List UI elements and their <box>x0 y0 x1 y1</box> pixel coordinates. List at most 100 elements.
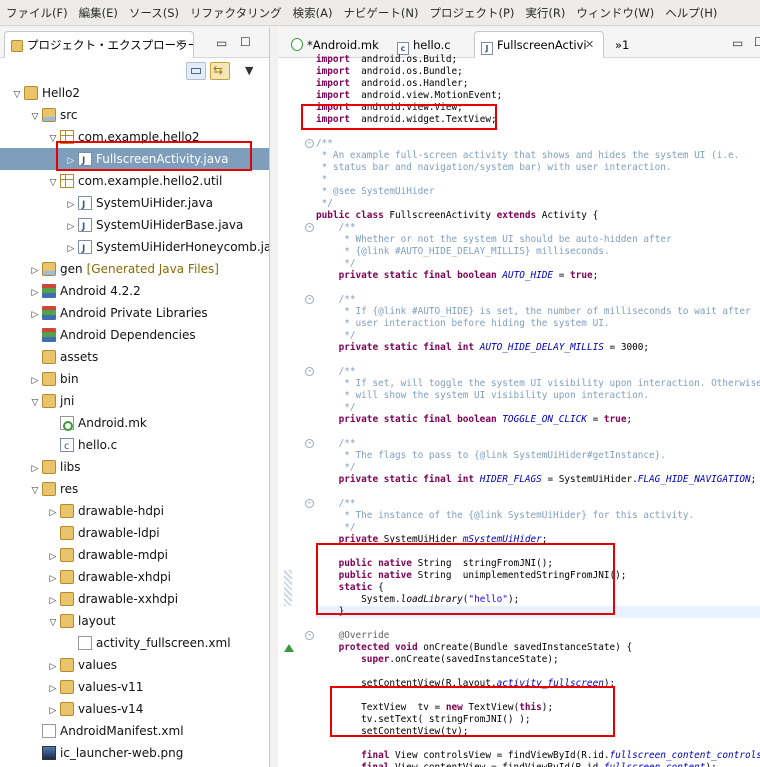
chevron-down-icon[interactable]: ▽ <box>28 480 42 502</box>
tree-item[interactable]: assets <box>0 346 269 368</box>
menu-item[interactable]: プロジェクト(P) <box>426 0 519 25</box>
maximize-icon[interactable]: ☐ <box>754 35 760 49</box>
minimize-icon[interactable]: ▭ <box>732 36 743 50</box>
tree-item[interactable]: activity_fullscreen.xml <box>0 632 269 654</box>
tree-item[interactable]: ▷ Android Private Libraries <box>0 302 269 326</box>
explorer-tab-bar: プロジェクト・エクスプローラー ✕ ▭ ☐ <box>0 28 269 58</box>
minimize-icon[interactable]: ▭ <box>216 36 227 50</box>
link-with-editor-button[interactable]: ⇆ <box>210 62 230 80</box>
chevron-down-icon[interactable]: ▽ <box>28 392 42 414</box>
tree-item-label: gen <box>60 262 83 276</box>
chevron-right-icon[interactable]: ▷ <box>64 216 78 238</box>
tree-item[interactable]: ▷ values-v14 <box>0 698 269 722</box>
menu-item[interactable]: リファクタリング <box>186 0 286 25</box>
tree-item[interactable]: ▷ values <box>0 654 269 678</box>
chevron-down-icon[interactable]: ▽ <box>10 84 24 106</box>
code-area[interactable]: import android.os.Build; import android.o… <box>316 54 760 767</box>
chevron-right-icon[interactable]: ▷ <box>46 546 60 568</box>
tree-item[interactable]: ▷ SystemUiHider.java <box>0 192 269 216</box>
close-icon[interactable]: ✕ <box>175 32 184 58</box>
tree-item[interactable]: ▷ gen [Generated Java Files] <box>0 258 269 282</box>
chevron-right-icon[interactable]: ▷ <box>46 568 60 590</box>
chevron-right-icon[interactable]: ▷ <box>28 260 42 282</box>
chevron-right-icon[interactable]: ▷ <box>46 590 60 612</box>
collapse-all-button[interactable] <box>186 62 206 80</box>
chevron-right-icon[interactable]: ▷ <box>64 150 78 172</box>
tree-item[interactable]: Android.mk <box>0 412 269 434</box>
code-token: * The instance of the {@link SystemUiHid… <box>316 510 695 521</box>
chevron-down-icon[interactable]: ▽ <box>46 172 60 194</box>
chevron-right-icon[interactable]: ▷ <box>46 678 60 700</box>
tree-item[interactable]: ▷ drawable-mdpi <box>0 544 269 568</box>
close-icon[interactable]: ✕ <box>585 32 594 58</box>
folder-icon <box>60 702 74 716</box>
project-explorer-tab[interactable]: プロジェクト・エクスプローラー ✕ <box>4 31 194 58</box>
view-menu-icon[interactable]: ▼ <box>245 64 253 78</box>
tree-item[interactable]: hello.c <box>0 434 269 458</box>
tree-item[interactable]: ▽ res <box>0 478 269 502</box>
menu-item[interactable]: ヘルプ(H) <box>661 0 721 25</box>
code-token: final <box>316 750 390 761</box>
code-line: */ <box>316 462 355 474</box>
tree-item[interactable]: ▷ drawable-xxhdpi <box>0 588 269 612</box>
chevron-down-icon[interactable]: ▽ <box>46 612 60 634</box>
tree-item[interactable]: drawable-ldpi <box>0 522 269 544</box>
code-token: TOGGLE_ON_CLICK <box>502 414 587 425</box>
fold-toggle-icon[interactable]: - <box>305 499 314 508</box>
tree-item[interactable]: ▷ drawable-hdpi <box>0 500 269 524</box>
chevron-down-icon[interactable]: ▽ <box>46 128 60 150</box>
tree-item[interactable]: ▽ com.example.hello2 <box>0 126 269 150</box>
fold-toggle-icon[interactable]: - <box>305 223 314 232</box>
tree-item-label: Android 4.2.2 <box>60 284 141 298</box>
menu-item[interactable]: 編集(E) <box>75 0 122 25</box>
code-token: mSystemUiHider <box>462 534 542 545</box>
tree-item[interactable]: ▷ Android 4.2.2 <box>0 280 269 304</box>
menu-item[interactable]: ソース(S) <box>125 0 183 25</box>
fold-toggle-icon[interactable]: - <box>305 439 314 448</box>
chevron-right-icon[interactable]: ▷ <box>28 458 42 480</box>
fold-toggle-icon[interactable]: - <box>305 367 314 376</box>
tree-item[interactable]: ic_launcher-web.png <box>0 742 269 764</box>
chevron-right-icon[interactable]: ▷ <box>28 370 42 392</box>
tree-item[interactable]: ▷ SystemUiHiderHoneycomb.java <box>0 236 269 260</box>
fold-toggle-icon[interactable]: - <box>305 631 314 640</box>
fold-toggle-icon[interactable]: - <box>305 139 314 148</box>
tree-item[interactable]: ▷ drawable-xhdpi <box>0 566 269 590</box>
tree-item[interactable]: Android Dependencies <box>0 324 269 346</box>
code-token: setContentView(R.layout. <box>316 678 497 689</box>
editor-tab-label: *Android.mk <box>307 38 379 52</box>
tree-item[interactable]: ▷ FullscreenActivity.java <box>0 148 269 172</box>
chevron-right-icon[interactable]: ▷ <box>64 238 78 260</box>
menu-item[interactable]: ファイル(F) <box>0 0 72 25</box>
tree-item[interactable]: ▷ SystemUiHiderBase.java <box>0 214 269 238</box>
tree-item[interactable]: ▽ Hello2 <box>0 82 269 106</box>
editor-tab-label: »1 <box>615 38 630 52</box>
chevron-right-icon[interactable]: ▷ <box>28 282 42 304</box>
tree-item[interactable]: AndroidManifest.xml <box>0 720 269 742</box>
chevron-right-icon[interactable]: ▷ <box>46 700 60 722</box>
chevron-right-icon[interactable]: ▷ <box>64 194 78 216</box>
tree-item[interactable]: ▽ jni <box>0 390 269 414</box>
chevron-right-icon[interactable]: ▷ <box>28 304 42 326</box>
source-folder-icon <box>42 262 56 276</box>
menu-item[interactable]: ウィンドウ(W) <box>572 0 658 25</box>
code-token: tv.setText( stringFromJNI() ); <box>316 714 531 725</box>
editor-tab[interactable]: »1 <box>608 31 638 58</box>
tree-item[interactable]: ▷ bin <box>0 368 269 392</box>
tree-item[interactable]: ▷ values-v11 <box>0 676 269 700</box>
editor-tab[interactable]: J FullscreenActivi ✕ <box>474 31 604 58</box>
chevron-down-icon[interactable]: ▽ <box>28 106 42 128</box>
tree-item[interactable]: ▷ libs <box>0 456 269 480</box>
menu-item[interactable]: 実行(R) <box>521 0 569 25</box>
fold-toggle-icon[interactable]: - <box>305 295 314 304</box>
tree-item[interactable]: ▽ com.example.hello2.util <box>0 170 269 194</box>
tree-item[interactable]: ▽ src <box>0 104 269 128</box>
tree-item[interactable]: ▽ layout <box>0 610 269 634</box>
maximize-icon[interactable]: ☐ <box>240 35 251 49</box>
chevron-right-icon[interactable]: ▷ <box>46 502 60 524</box>
menu-item[interactable]: 検索(A) <box>289 0 337 25</box>
menu-item[interactable]: ナビゲート(N) <box>339 0 422 25</box>
chevron-right-icon[interactable]: ▷ <box>46 656 60 678</box>
java-file-icon <box>78 194 92 216</box>
code-line: import android.os.Build; <box>316 54 457 66</box>
